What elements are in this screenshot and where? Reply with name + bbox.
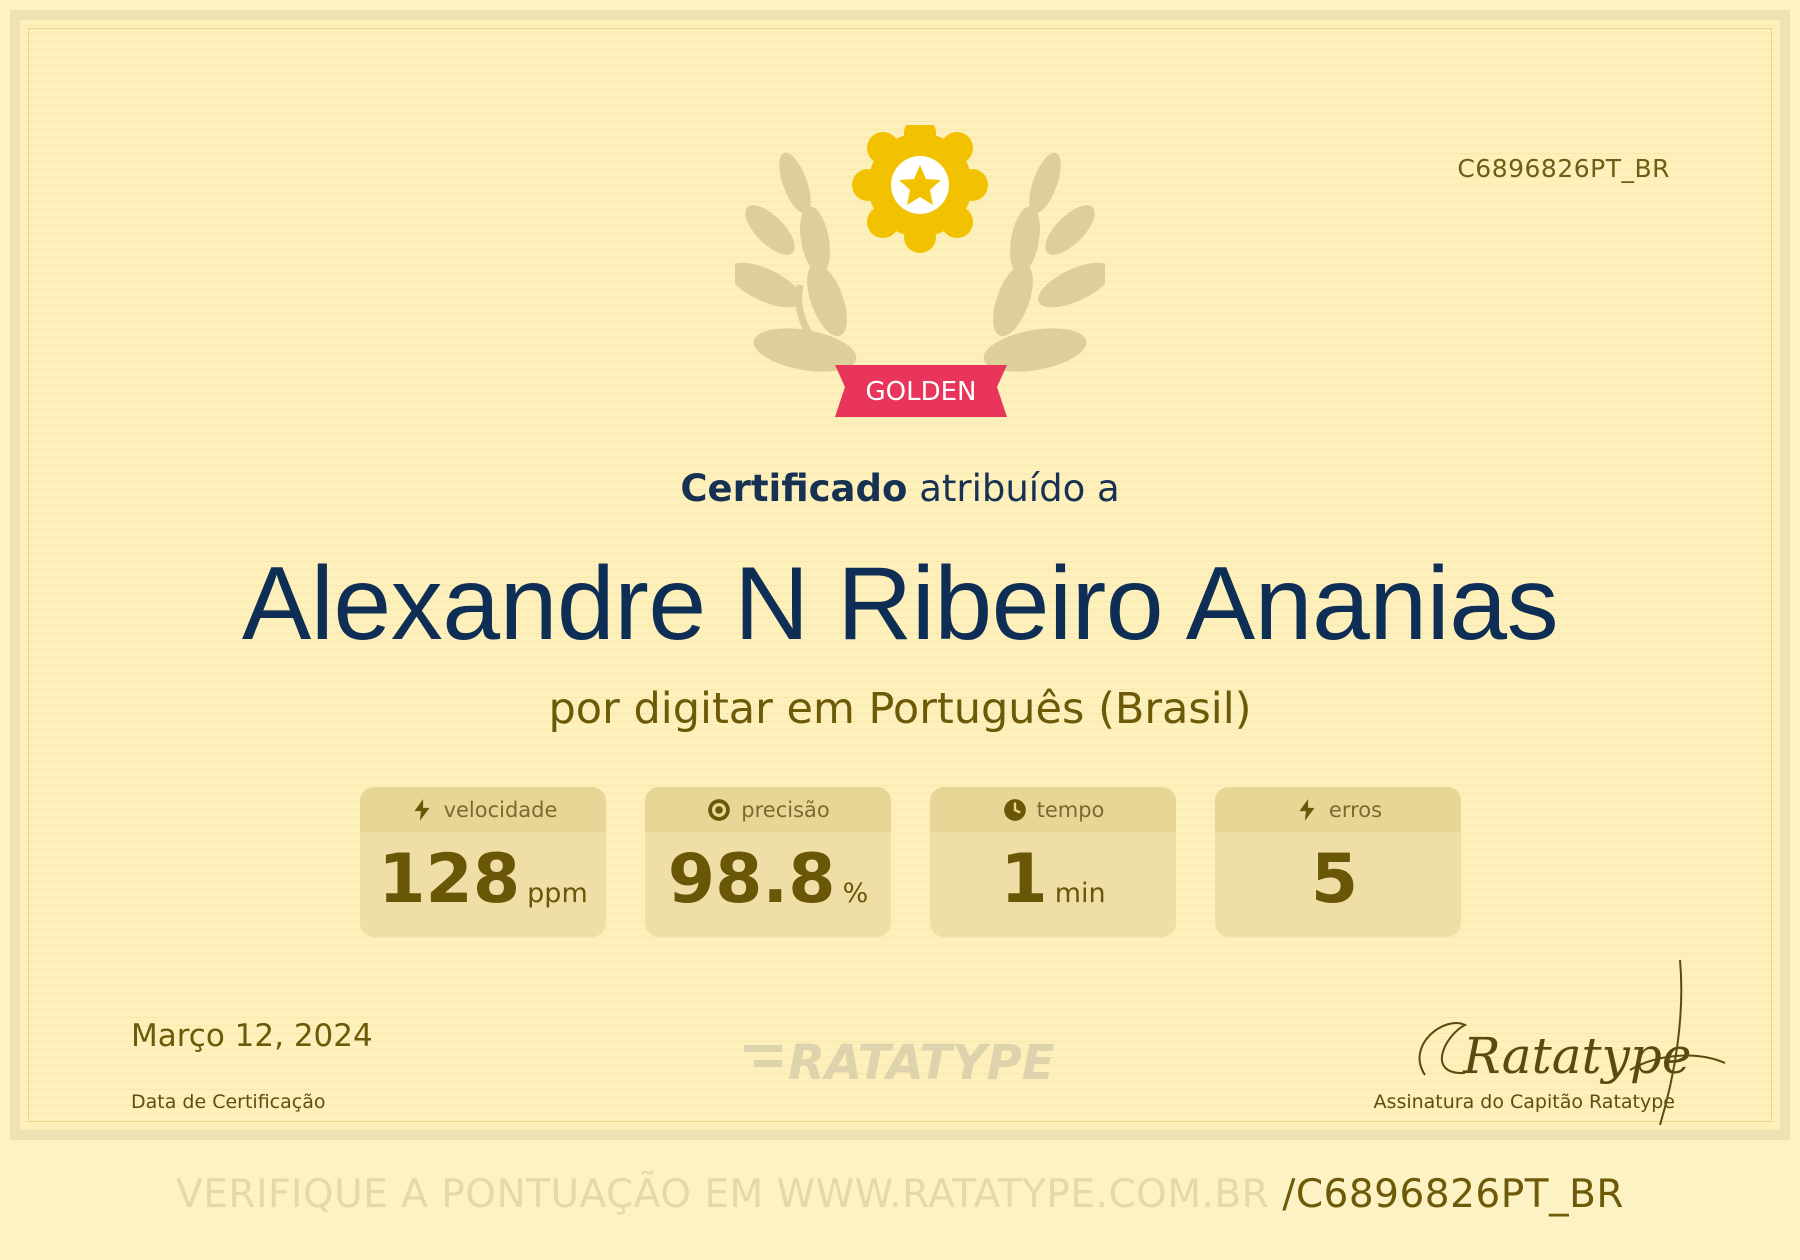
stat-label: erros: [1328, 797, 1383, 822]
recipient-name: Alexandre N Ribeiro Ananias: [241, 546, 1559, 662]
lightning-icon: [413, 798, 430, 821]
stat-unit: ppm: [527, 878, 588, 909]
golden-award-emblem: GOLDEN: [735, 125, 1105, 417]
ratatype-logo: RATATYPE: [744, 1035, 1055, 1085]
stat-value: 5: [1310, 840, 1359, 919]
stat-unit: min: [1054, 878, 1106, 909]
signature-label: Assinatura do Capitão Ratatype: [1373, 1091, 1675, 1113]
stat-value-row: 128 ppm: [360, 832, 606, 937]
certification-date: Março 12, 2024: [131, 1018, 373, 1054]
heading-bold: Certificado: [680, 467, 908, 510]
logo-text: RATATYPE: [788, 1035, 1055, 1085]
certificate-subtitle: por digitar em Português (Brasil): [548, 684, 1252, 734]
level-badge-text: GOLDEN: [866, 377, 977, 407]
stat-speed: velocidade 128 ppm: [360, 787, 606, 937]
stat-header: erros: [1215, 787, 1461, 832]
certificate-id: C6896826PT_BR: [1457, 154, 1670, 183]
stat-time: tempo 1 min: [930, 787, 1176, 937]
star-badge-icon: [852, 125, 988, 253]
clock-icon: [1003, 798, 1026, 821]
stat-value: 1: [1000, 840, 1048, 919]
stat-header: tempo: [930, 787, 1176, 832]
certification-date-label: Data de Certificação: [131, 1091, 326, 1113]
target-icon: [708, 798, 731, 821]
certificate-frame: C6896826PT_BR GOLDEN Certificado atribuí…: [10, 10, 1790, 1140]
stat-value: 98.8: [667, 840, 836, 919]
heading-rest: atribuído a: [919, 467, 1120, 510]
golden-ribbon: GOLDEN: [835, 365, 1007, 417]
stat-errors: erros 5: [1215, 787, 1461, 937]
certificate-heading: Certificado atribuído a: [20, 467, 1780, 510]
stat-accuracy: precisão 98.8 %: [645, 787, 891, 937]
stat-header: velocidade: [360, 787, 606, 832]
verify-code-link[interactable]: /C6896826PT_BR: [1282, 1172, 1624, 1217]
lightning-icon: [1299, 798, 1315, 821]
stat-value-row: 1 min: [930, 832, 1176, 937]
laurel-left-icon: [735, 152, 857, 372]
stat-value-row: 5: [1215, 832, 1461, 937]
verify-score-line: VERIFIQUE A PONTUAÇÃO EM WWW.RATATYPE.CO…: [0, 1172, 1800, 1217]
stat-label: velocidade: [443, 797, 558, 822]
verify-prefix: VERIFIQUE A PONTUAÇÃO EM WWW.RATATYPE.CO…: [176, 1172, 1270, 1217]
stat-header: precisão: [645, 787, 891, 832]
stat-value: 128: [378, 840, 521, 919]
stat-value-row: 98.8 %: [645, 832, 891, 937]
stat-unit: %: [842, 878, 869, 909]
laurel-right-icon: [983, 152, 1105, 372]
signature-script: Ratatype: [1462, 1027, 1691, 1085]
stat-label: precisão: [741, 797, 830, 822]
stat-label: tempo: [1036, 797, 1105, 822]
